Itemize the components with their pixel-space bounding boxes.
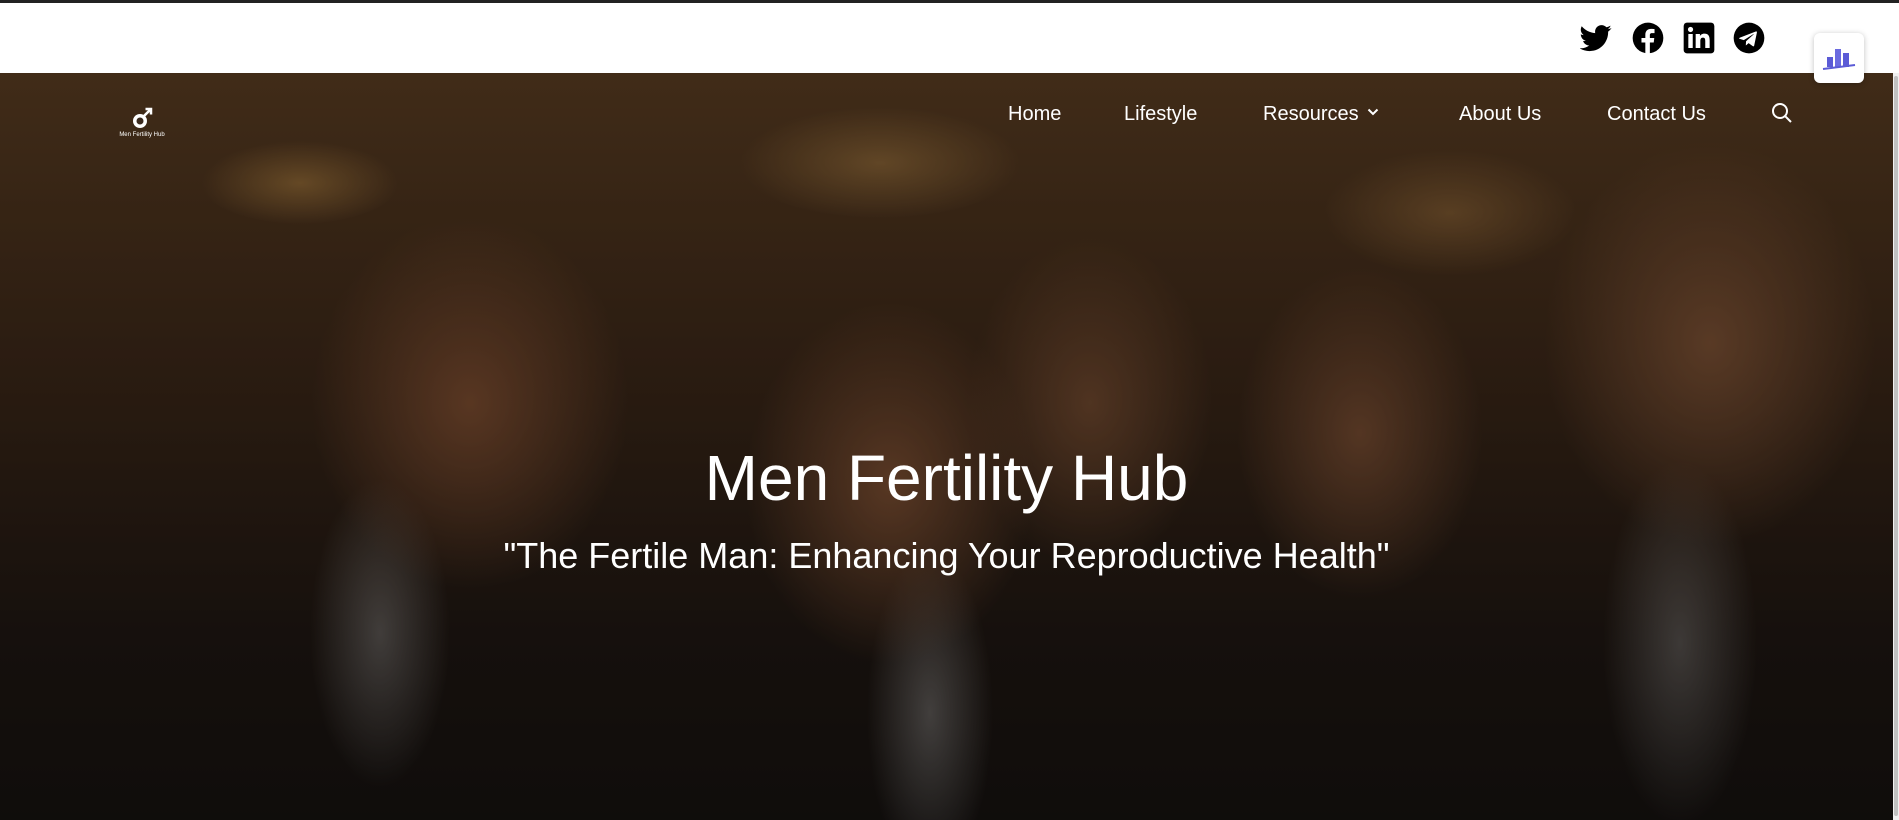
telegram-link[interactable] (1732, 21, 1766, 55)
chevron-down-icon (1367, 108, 1378, 116)
nav-home[interactable]: Home (1008, 103, 1061, 126)
nav-contact-us[interactable]: Contact Us (1607, 103, 1706, 126)
linkedin-icon (1683, 22, 1715, 54)
hero-banner: Men Fertility Hub Home Lifestyle Resourc… (0, 73, 1893, 820)
hero-title: Men Fertility Hub (704, 442, 1189, 514)
facebook-link[interactable] (1631, 21, 1665, 55)
chart-widget-icon (1822, 49, 1856, 70)
scrollbar-thumb[interactable] (1894, 76, 1898, 816)
floating-widget-button[interactable] (1814, 33, 1864, 83)
logo-text: Men Fertility Hub (119, 132, 165, 138)
twitter-link[interactable] (1579, 21, 1613, 55)
facebook-icon (1632, 22, 1664, 54)
site-logo[interactable]: Men Fertility Hub (112, 107, 172, 147)
nav-resources[interactable]: Resources (1263, 103, 1379, 126)
search-icon (1772, 103, 1792, 123)
male-symbol-icon (133, 107, 153, 128)
search-button[interactable] (1770, 101, 1794, 125)
linkedin-link[interactable] (1682, 21, 1716, 55)
nav-lifestyle[interactable]: Lifestyle (1124, 103, 1197, 126)
nav-about-us[interactable]: About Us (1459, 103, 1541, 126)
social-top-bar (0, 3, 1899, 73)
hero-subtitle: "The Fertile Man: Enhancing Your Reprodu… (503, 535, 1390, 576)
nav-resources-label: Resources (1263, 103, 1359, 125)
telegram-icon (1733, 22, 1765, 54)
twitter-icon (1580, 25, 1612, 52)
